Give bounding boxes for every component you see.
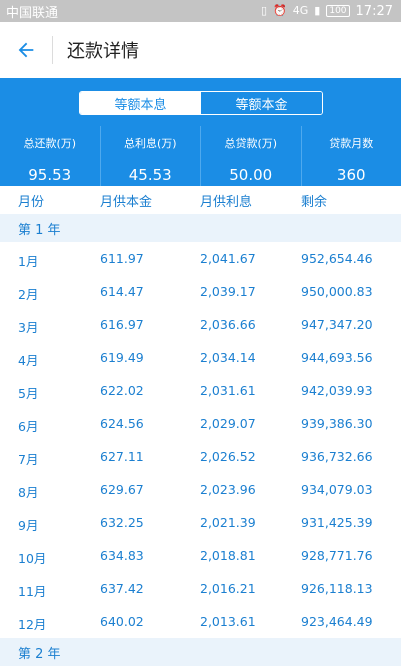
cell-remaining: 939,386.30 xyxy=(301,416,373,431)
column-principal: 月供本金 xyxy=(100,194,153,210)
cell-remaining: 942,039.93 xyxy=(301,383,373,398)
back-button[interactable] xyxy=(0,22,52,78)
cell-interest: 2,029.07 xyxy=(200,416,256,431)
column-interest: 月供利息 xyxy=(200,194,253,210)
summary-label: 总还款(万) xyxy=(23,137,77,150)
summary-value: 50.00 xyxy=(229,166,273,184)
cell-month: 7月 xyxy=(18,452,39,467)
repayment-table[interactable]: 第 1 年 1月 611.97 2,041.67 952,654.46 2月 614.47 2… xyxy=(0,214,401,671)
cell-remaining: 952,654.46 xyxy=(301,251,373,266)
summary-value: 95.53 xyxy=(28,166,72,184)
column-remaining: 剩余 xyxy=(301,194,328,210)
signal-icon: ▮ xyxy=(314,4,321,17)
cell-month: 12月 xyxy=(18,617,47,632)
summary-total-repayment: 总还款(万) 95.53 xyxy=(0,126,100,186)
summary-label: 总利息(万) xyxy=(123,137,177,150)
cell-remaining: 950,000.83 xyxy=(301,284,373,299)
cell-interest: 2,041.67 xyxy=(200,251,256,266)
cell-principal: 632.25 xyxy=(100,515,144,530)
status-bar: 中国联通 ▯ ⏰ 4G ▮ 100 17:27 xyxy=(0,0,401,22)
summary-value: 45.53 xyxy=(128,166,172,184)
summary-total-loan: 总贷款(万) 50.00 xyxy=(200,126,301,186)
table-row: 5月 622.02 2,031.61 942,039.93 xyxy=(0,374,401,407)
cell-remaining: 928,771.76 xyxy=(301,548,373,563)
cell-principal: 637.42 xyxy=(100,581,144,596)
cell-month: 8月 xyxy=(18,485,39,500)
cell-month: 6月 xyxy=(18,419,39,434)
table-row: 9月 632.25 2,021.39 931,425.39 xyxy=(0,506,401,539)
cell-remaining: 931,425.39 xyxy=(301,515,373,530)
summary-stats: 总还款(万) 95.53 总利息(万) 45.53 总贷款(万) 50.00 贷… xyxy=(0,126,401,186)
year-group-header: 第 2 年 xyxy=(0,638,401,666)
cell-interest: 2,021.39 xyxy=(200,515,256,530)
column-month: 月份 xyxy=(18,194,45,210)
cell-interest: 2,018.81 xyxy=(200,548,256,563)
table-row: 8月 629.67 2,023.96 934,079.03 xyxy=(0,473,401,506)
cell-remaining: 923,464.49 xyxy=(301,614,373,629)
page-title: 还款详情 xyxy=(67,41,139,62)
title-divider xyxy=(52,36,53,64)
tab-equal-principal[interactable]: 等额本金 xyxy=(201,92,322,114)
network-label: 4G xyxy=(292,4,309,17)
summary-label: 贷款月数 xyxy=(329,137,374,150)
vibrate-icon: ▯ xyxy=(260,4,268,17)
summary-total-interest: 总利息(万) 45.53 xyxy=(99,126,201,186)
cell-principal: 627.11 xyxy=(100,449,144,464)
title-bar: 还款详情 xyxy=(0,22,401,78)
cell-interest: 2,023.96 xyxy=(200,482,256,497)
cell-interest: 2,016.21 xyxy=(200,581,256,596)
cell-principal: 622.02 xyxy=(100,383,144,398)
repayment-method-toggle: 等额本息 等额本金 xyxy=(79,91,323,115)
status-time: 17:27 xyxy=(355,3,393,19)
cell-interest: 2,034.14 xyxy=(200,350,256,365)
cell-month: 1月 xyxy=(18,254,39,269)
cell-month: 10月 xyxy=(18,551,47,566)
cell-interest: 2,031.61 xyxy=(200,383,256,398)
summary-label: 总贷款(万) xyxy=(224,137,278,150)
cell-principal: 611.97 xyxy=(100,251,144,266)
cell-month: 2月 xyxy=(18,287,39,302)
cell-interest: 2,013.61 xyxy=(200,614,256,629)
cell-interest: 2,039.17 xyxy=(200,284,256,299)
cell-remaining: 944,693.56 xyxy=(301,350,373,365)
table-row: 1月 611.97 2,041.67 952,654.46 xyxy=(0,242,401,275)
summary-panel: 等额本息 等额本金 总还款(万) 95.53 总利息(万) 45.53 总贷款(… xyxy=(0,78,401,186)
table-row: 6月 624.56 2,029.07 939,386.30 xyxy=(0,407,401,440)
summary-value: 360 xyxy=(336,166,366,184)
carrier-name: 中国联通 xyxy=(6,5,59,21)
cell-principal: 624.56 xyxy=(100,416,144,431)
table-column-header: 月份 月供本金 月供利息 剩余 xyxy=(0,186,401,214)
table-row: 11月 637.42 2,016.21 926,118.13 xyxy=(0,572,401,605)
cell-remaining: 926,118.13 xyxy=(301,581,373,596)
cell-month: 11月 xyxy=(18,584,47,599)
cell-month: 9月 xyxy=(18,518,39,533)
cell-principal: 640.02 xyxy=(100,614,144,629)
summary-loan-months: 贷款月数 360 xyxy=(300,126,401,186)
tab-equal-installment[interactable]: 等额本息 xyxy=(80,92,201,114)
year-group-header: 第 1 年 xyxy=(0,214,401,242)
cell-interest: 2,036.66 xyxy=(200,317,256,332)
arrow-left-icon xyxy=(18,42,34,58)
cell-principal: 619.49 xyxy=(100,350,144,365)
cell-principal: 629.67 xyxy=(100,482,144,497)
table-row: 3月 616.97 2,036.66 947,347.20 xyxy=(0,308,401,341)
alarm-icon: ⏰ xyxy=(273,4,287,17)
cell-month: 3月 xyxy=(18,320,39,335)
cell-month: 4月 xyxy=(18,353,39,368)
cell-principal: 616.97 xyxy=(100,317,144,332)
table-row: 12月 640.02 2,013.61 923,464.49 xyxy=(0,605,401,638)
status-icons: ▯ ⏰ 4G ▮ 100 17:27 xyxy=(261,4,393,19)
table-row: 2月 614.47 2,039.17 950,000.83 xyxy=(0,275,401,308)
cell-interest: 2,026.52 xyxy=(200,449,256,464)
cell-remaining: 936,732.66 xyxy=(301,449,373,464)
table-row: 4月 619.49 2,034.14 944,693.56 xyxy=(0,341,401,374)
cell-remaining: 934,079.03 xyxy=(301,482,373,497)
cell-principal: 614.47 xyxy=(100,284,144,299)
table-row: 7月 627.11 2,026.52 936,732.66 xyxy=(0,440,401,473)
cell-remaining: 947,347.20 xyxy=(301,317,373,332)
battery-icon: 100 xyxy=(326,5,350,17)
cell-month: 5月 xyxy=(18,386,39,401)
cell-principal: 634.83 xyxy=(100,548,144,563)
table-row: 10月 634.83 2,018.81 928,771.76 xyxy=(0,539,401,572)
